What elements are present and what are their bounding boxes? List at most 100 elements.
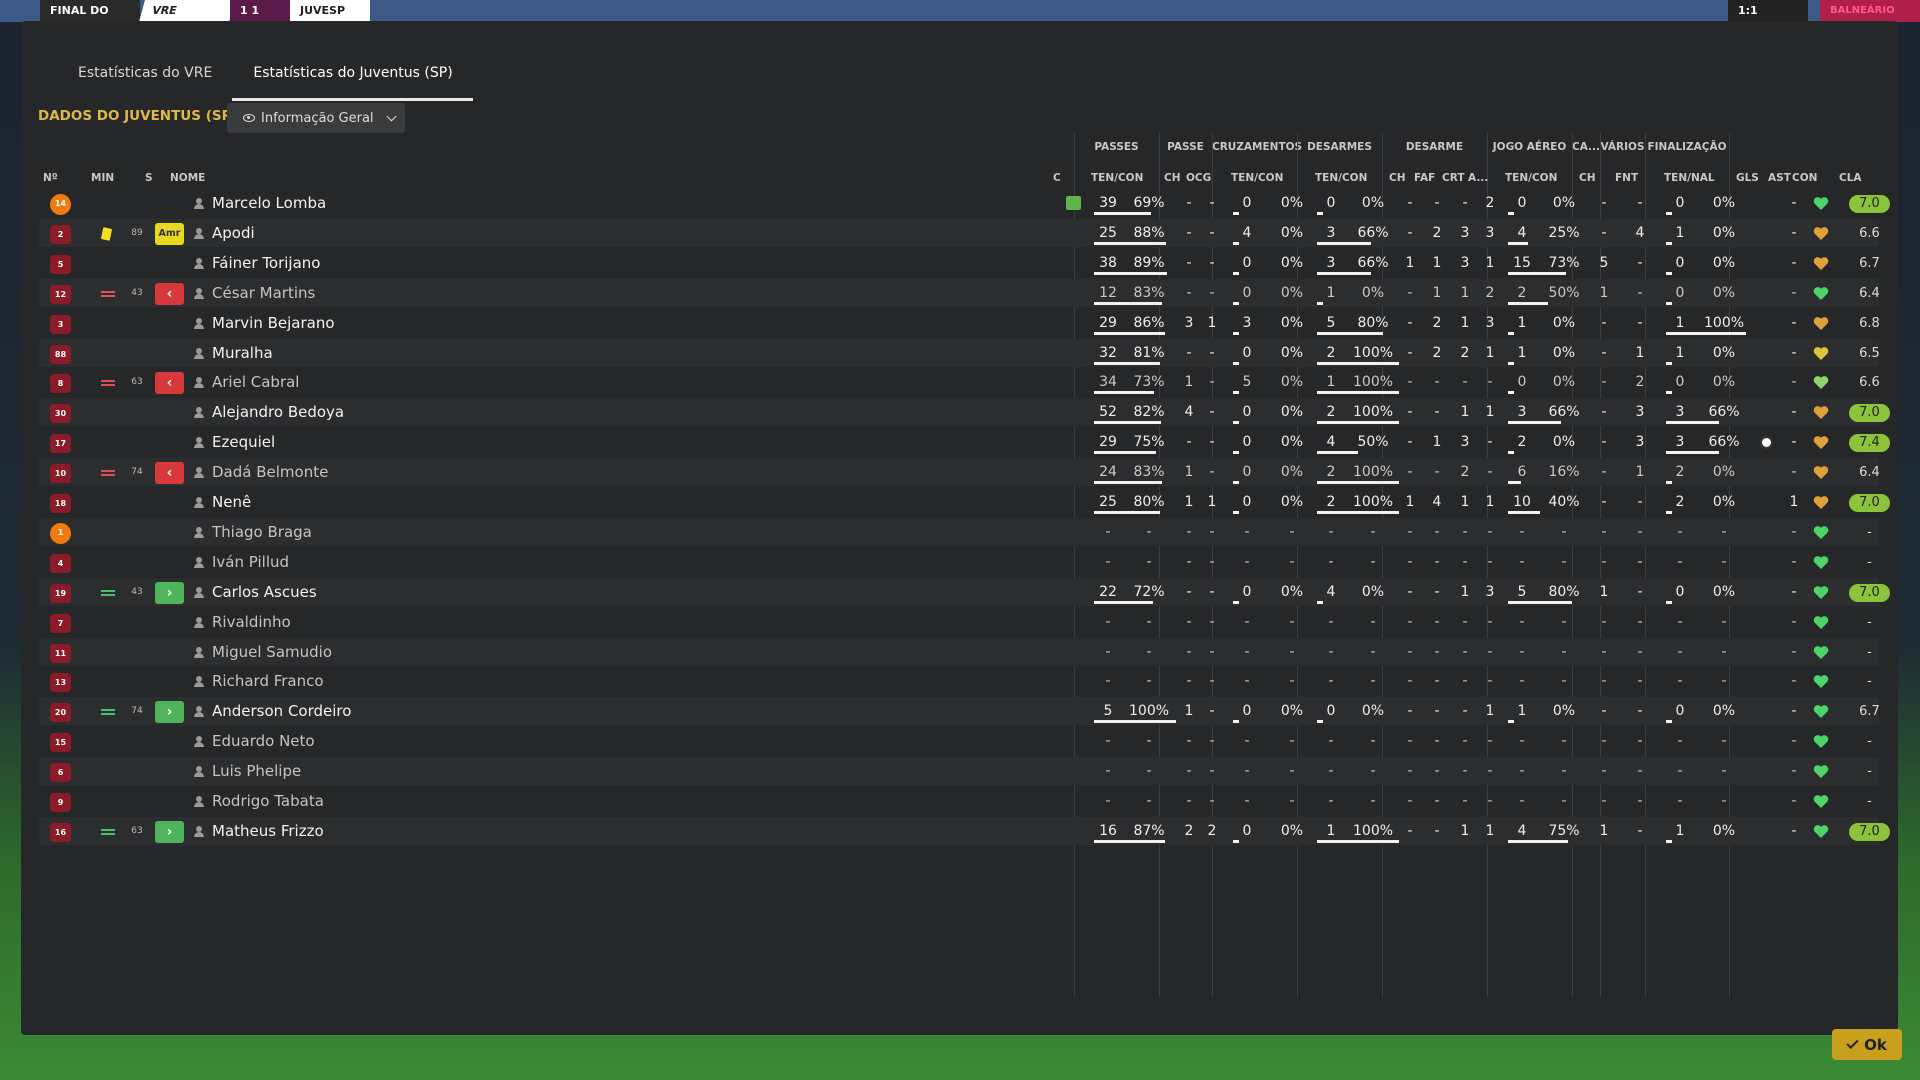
crosses-bar (1233, 212, 1239, 215)
tackle-faf: - (1434, 583, 1440, 600)
shots-percent: - (1721, 643, 1727, 660)
column-header-pass_tencon[interactable]: TEN/CON (1091, 172, 1143, 184)
tackles-percent: - (1370, 763, 1376, 780)
player-name[interactable]: Marvin Bejarano (212, 309, 335, 337)
column-header-pass_ocg[interactable]: OCG (1186, 172, 1211, 184)
column-header-d_crt[interactable]: CRT (1442, 172, 1464, 184)
player-name[interactable]: Richard Franco (212, 667, 324, 695)
player-name[interactable]: Marcelo Lomba (212, 189, 326, 217)
player-name[interactable]: Luis Phelipe (212, 757, 301, 785)
tackle-faf: 1 (1432, 284, 1442, 301)
passes-attempts: - (1105, 613, 1111, 630)
passes-attempts: - (1105, 673, 1111, 690)
table-row[interactable]: 20 74 › Anderson Cordeiro 5 100% 1-0 0% 0 0% - - -1 1… (39, 697, 1880, 726)
table-row[interactable]: 12 43 ‹ César Martins 12 83% - -0 0% 1 0% -1 1 2 2 50% 1… (39, 278, 1880, 307)
column-header-ca_ch[interactable]: CH (1579, 172, 1596, 184)
pass-ch: - (1186, 344, 1192, 361)
column-header-d_ch[interactable]: CH (1389, 172, 1406, 184)
table-row[interactable]: 17 Ezequiel 29 75% - -0 0% 4 50% -1 3-2 0% -3 3 66% -7.… (39, 428, 1890, 456)
column-header-pass_ch[interactable]: CH (1164, 172, 1181, 184)
table-row[interactable]: 14 Marcelo Lomba 39 69% - -0 0% 0 0% - - -2 0 0% - -0 0%… (39, 189, 1890, 217)
table-row[interactable]: 3 Marvin Bejarano 29 86% 3 1 3 0% 5 80% -2 1 3 1 0% - -1… (39, 309, 1880, 337)
table-row[interactable]: 15 Eduardo Neto - - - - - - - - - - - - - - - - - - - - (39, 727, 1879, 755)
table-row[interactable]: 11 Miguel Samudio - - - - - - - - - - - - - - - - - - - - (39, 637, 1879, 666)
column-header-no[interactable]: Nº (43, 172, 58, 184)
player-name[interactable]: Iván Pillud (212, 548, 289, 576)
table-row[interactable]: 9 Rodrigo Tabata - - - - - - - - - - - - - - - - - - - - (39, 787, 1879, 815)
player-name[interactable]: César Martins (212, 279, 315, 307)
column-header-gls[interactable]: GLS (1736, 172, 1759, 184)
table-row[interactable]: 8 63 ‹ Ariel Cabral 34 73% 1-5 0% 1 100% - - - -0 0% -2… (39, 368, 1880, 396)
passes-bar (1094, 361, 1160, 365)
tackle-crt: 2 (1460, 344, 1470, 361)
column-header-d_a[interactable]: A... (1468, 172, 1488, 184)
table-row[interactable]: 16 63 › Matheus Frizzo 16 87% 2 2 0 0% 1 100% - -1 1 4 7… (39, 816, 1890, 845)
column-header-des_tencon[interactable]: TEN/CON (1315, 172, 1367, 184)
column-header-s[interactable]: S (145, 172, 153, 184)
pass-ocg: - (1209, 643, 1215, 660)
table-row[interactable]: 5 Fáiner Torijano 38 89% - -0 0% 3 66% 1 1 3 1 15 73% 5… (39, 249, 1880, 277)
player-name[interactable]: Ariel Cabral (212, 368, 299, 396)
aerial-attempts: - (1519, 643, 1525, 660)
shots-percent: - (1721, 793, 1727, 809)
tackle-faf: - (1434, 195, 1440, 211)
table-row[interactable]: 1 Thiago Braga - - - - - - - - - - - - - - - - - - - - (39, 517, 1879, 546)
player-name[interactable]: Miguel Samudio (212, 638, 332, 666)
ca-ch: - (1601, 703, 1607, 720)
view-select[interactable]: Informação Geral (227, 103, 405, 133)
table-row[interactable]: 13 Richard Franco - - - - - - - - - - - - - - - - - - - - (39, 667, 1879, 695)
player-name[interactable]: Matheus Frizzo (212, 817, 324, 845)
column-header-fnt[interactable]: FNT (1615, 172, 1638, 184)
tackle-faf: - (1434, 374, 1440, 391)
player-name[interactable]: Ezequiel (212, 428, 275, 456)
player-name[interactable]: Rodrigo Tabata (212, 787, 324, 815)
column-header-c[interactable]: C (1053, 172, 1061, 184)
player-name[interactable]: Apodi (212, 219, 255, 247)
crosses-bar (1233, 839, 1239, 843)
column-header-aer_tencon[interactable]: TEN/CON (1505, 172, 1557, 184)
tackles-attempts: - (1328, 553, 1334, 570)
table-row[interactable]: 6 Luis Phelipe - - - - - - - - - - - - - - - - - - - - (39, 757, 1879, 786)
player-name[interactable]: Nenê (212, 488, 251, 516)
condition-heart-icon (1813, 645, 1829, 660)
table-row[interactable]: 4 Iván Pillud - - - - - - - - - - - - - - - - - - - - (39, 548, 1879, 576)
table-row[interactable]: 18 Nenê 25 80% 1 1 0 0% 2 100% 1 4 1 1 10 40% - -2 0% 1 7.0 (39, 488, 1890, 516)
pass-ch: - (1186, 195, 1192, 211)
shirt-number-badge: 13 (50, 673, 71, 693)
aerial-percent: 0% (1552, 314, 1576, 331)
ok-button[interactable]: Ok (1832, 1029, 1902, 1060)
fnt: 1 (1635, 344, 1645, 361)
table-row[interactable]: 30 Alejandro Bedoya 52 82% 4-0 0% 2 100% - -1 1 3 66… (39, 398, 1890, 427)
eye-icon (243, 114, 255, 122)
table-row[interactable]: 10 74 ‹ Dadá Belmonte 24 83% 1-0 0% 2 100% - -2-6 16… (39, 458, 1880, 487)
passes-bar (1094, 271, 1167, 275)
player-name[interactable]: Rivaldinho (212, 608, 291, 636)
crosses-percent: 0% (1280, 314, 1304, 331)
player-name[interactable]: Muralha (212, 339, 273, 367)
player-name[interactable]: Carlos Ascues (212, 578, 317, 606)
player-name[interactable]: Fáiner Torijano (212, 249, 320, 277)
fnt: - (1637, 195, 1643, 211)
column-header-min[interactable]: MIN (91, 172, 114, 184)
tab-vre-stats[interactable]: Estatísticas do VRE (57, 51, 232, 101)
column-header-con[interactable]: CON (1792, 172, 1817, 184)
column-header-cruz_tencon[interactable]: TEN/CON (1231, 172, 1283, 184)
player-name[interactable]: Thiago Braga (212, 518, 312, 546)
column-header-cla[interactable]: CLA (1839, 172, 1862, 184)
table-row[interactable]: 88 Muralha 32 81% - -0 0% 2 100% -2 2 1 1 0% -1 1 0% -6.5 (39, 338, 1880, 367)
balneario-button[interactable]: BALNEÁRIO (1820, 0, 1920, 22)
table-row[interactable]: 7 Rivaldinho - - - - - - - - - - - - - - - - - - - - (39, 608, 1879, 636)
table-row[interactable]: 2 89 Amr Apodi 25 88% - -4 0% 3 66% -2 3 3 4 25% -4 1 0% -6… (39, 218, 1880, 247)
tab-juventus-stats[interactable]: Estatísticas do Juventus (SP) (232, 51, 473, 101)
tackle-a: 2 (1485, 284, 1495, 301)
column-header-fin_tennal[interactable]: TEN/NAL (1664, 172, 1715, 184)
player-name[interactable]: Dadá Belmonte (212, 458, 328, 486)
column-header-ast[interactable]: AST (1768, 172, 1791, 184)
column-header-nome[interactable]: NOME (170, 172, 205, 184)
player-name[interactable]: Eduardo Neto (212, 727, 315, 755)
table-row[interactable]: 19 43 › Carlos Ascues 22 72% - -0 0% 4 0% - -1 3 5 80% 1… (39, 577, 1890, 606)
player-name[interactable]: Alejandro Bedoya (212, 398, 344, 426)
tackle-faf: - (1434, 404, 1440, 421)
column-header-d_faf[interactable]: FAF (1414, 172, 1435, 184)
player-name[interactable]: Anderson Cordeiro (212, 697, 351, 725)
